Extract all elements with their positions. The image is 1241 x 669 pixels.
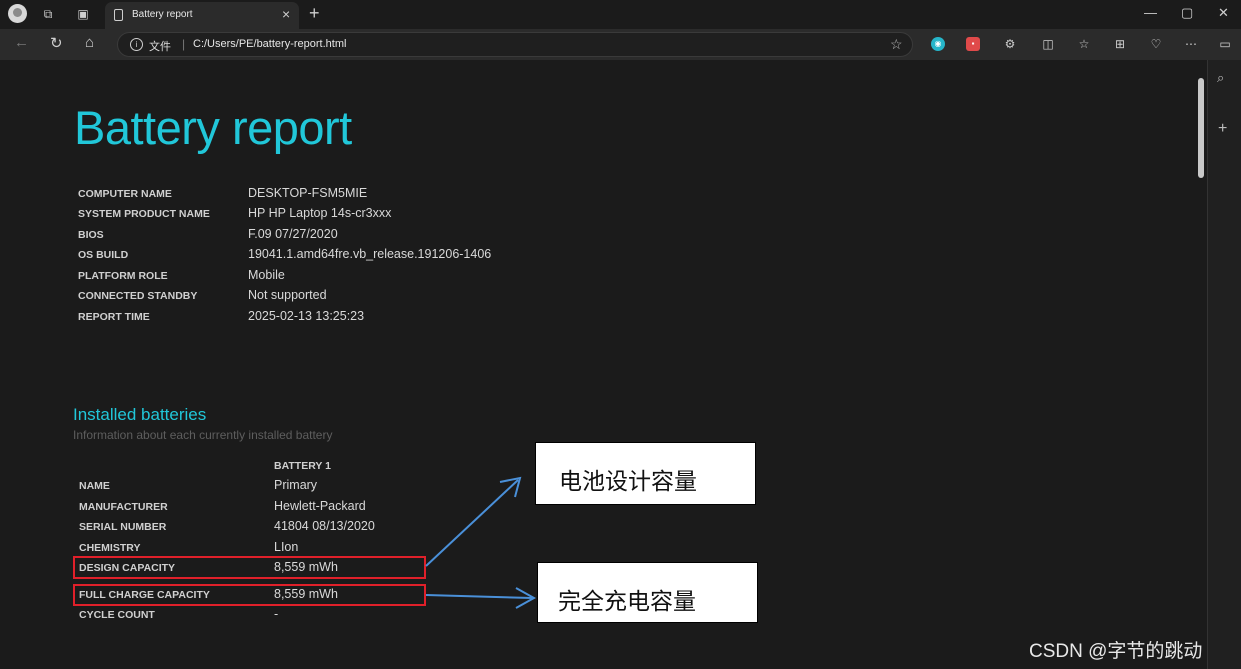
full-charge-capacity-highlight bbox=[73, 584, 426, 606]
callout-text: 完全充电容量 bbox=[558, 589, 696, 615]
battery-label: NAME bbox=[79, 480, 110, 492]
home-icon[interactable]: ⌂ bbox=[85, 34, 94, 51]
info-value: Mobile bbox=[248, 268, 285, 282]
edge-sidebar: ⌕ + bbox=[1207, 60, 1241, 669]
profile-avatar[interactable] bbox=[8, 4, 27, 23]
info-value: F.09 07/27/2020 bbox=[248, 227, 338, 241]
battery-value: LIon bbox=[274, 540, 299, 554]
back-icon[interactable]: ← bbox=[14, 34, 29, 51]
refresh-icon[interactable]: ↻ bbox=[50, 34, 63, 52]
full-charge-capacity-callout: 完全充电容量 bbox=[537, 562, 758, 623]
tab-title: Battery report bbox=[132, 9, 193, 20]
battery-value: - bbox=[274, 607, 279, 621]
more-menu-icon[interactable]: ⋯ bbox=[1184, 37, 1198, 51]
battery-label: MANUFACTURER bbox=[79, 501, 168, 513]
restore-icon[interactable]: ▢ bbox=[1181, 5, 1193, 21]
section-subtitle: Information about each currently install… bbox=[73, 428, 333, 442]
extension-icon[interactable]: ◉ bbox=[931, 37, 945, 51]
scrollbar-thumb[interactable] bbox=[1198, 78, 1204, 178]
sidebar-toggle-icon[interactable]: ▭ bbox=[1218, 37, 1232, 51]
battery-value: 41804 08/13/2020 bbox=[274, 519, 375, 533]
address-url[interactable]: C:/Users/PE/battery-report.html bbox=[193, 38, 346, 50]
info-label: COMPUTER NAME bbox=[78, 188, 172, 200]
add-icon[interactable]: + bbox=[1218, 120, 1227, 138]
info-value: 2025-02-13 13:25:23 bbox=[248, 309, 365, 323]
watermark: CSDN @字节的跳动 bbox=[1029, 641, 1203, 662]
workspaces-icon[interactable]: ⧉ bbox=[40, 6, 56, 22]
battery-value: Hewlett-Packard bbox=[274, 499, 366, 513]
address-separator: | bbox=[182, 37, 186, 51]
battery-value: Primary bbox=[274, 478, 318, 492]
callout-text: 电池设计容量 bbox=[559, 469, 697, 495]
favorites-icon[interactable]: ☆ bbox=[1077, 37, 1091, 51]
address-prefix: 文件 bbox=[149, 41, 171, 53]
battery-label: SERIAL NUMBER bbox=[79, 521, 167, 533]
design-capacity-highlight bbox=[73, 556, 426, 579]
vertical-tabs-icon[interactable]: ▣ bbox=[75, 6, 91, 22]
info-value: DESKTOP-FSM5MIE bbox=[248, 186, 368, 200]
page-icon bbox=[114, 9, 123, 21]
favorite-star-icon[interactable]: ☆ bbox=[890, 36, 903, 53]
info-label: SYSTEM PRODUCT NAME bbox=[78, 208, 210, 220]
vertical-scrollbar[interactable] bbox=[1195, 60, 1207, 669]
browser-toolbar: ← ↻ ⌂ i 文件 | C:/Users/PE/battery-report.… bbox=[0, 29, 1241, 60]
info-label: REPORT TIME bbox=[78, 311, 150, 323]
title-bar: ⧉ ▣ Battery report × + — ▢ ✕ bbox=[0, 0, 1241, 29]
info-value: HP HP Laptop 14s-cr3xxx bbox=[248, 206, 392, 220]
report-title: Battery report bbox=[74, 101, 352, 154]
extension-icon[interactable]: ▪ bbox=[966, 37, 980, 51]
info-value: Not supported bbox=[248, 288, 327, 302]
design-capacity-callout: 电池设计容量 bbox=[535, 442, 756, 505]
close-window-icon[interactable]: ✕ bbox=[1218, 5, 1229, 21]
info-label: PLATFORM ROLE bbox=[78, 270, 168, 282]
section-title: Installed batteries bbox=[73, 405, 207, 424]
info-label: BIOS bbox=[78, 229, 104, 241]
info-value: 19041.1.amd64fre.vb_release.191206-1406 bbox=[248, 247, 492, 261]
battery-label: CYCLE COUNT bbox=[79, 609, 155, 621]
info-label: OS BUILD bbox=[78, 249, 129, 261]
browser-essentials-icon[interactable]: ♡ bbox=[1149, 37, 1163, 51]
new-tab-icon[interactable]: + bbox=[309, 3, 320, 24]
tab-battery-report[interactable]: Battery report × bbox=[105, 2, 299, 29]
battery-column-header: BATTERY 1 bbox=[274, 460, 331, 472]
minimize-icon[interactable]: — bbox=[1144, 5, 1157, 20]
collections-icon[interactable]: ⊞ bbox=[1113, 37, 1127, 51]
split-screen-icon[interactable]: ◫ bbox=[1041, 37, 1055, 51]
info-icon[interactable]: i bbox=[130, 38, 143, 51]
close-tab-icon[interactable]: × bbox=[282, 7, 290, 21]
info-label: CONNECTED STANDBY bbox=[78, 290, 198, 302]
battery-label: CHEMISTRY bbox=[79, 542, 141, 554]
search-icon[interactable]: ⌕ bbox=[1217, 70, 1224, 86]
address-bar[interactable]: i 文件 | C:/Users/PE/battery-report.html ☆ bbox=[117, 32, 913, 57]
extensions-icon[interactable]: ⚙ bbox=[1003, 37, 1017, 51]
